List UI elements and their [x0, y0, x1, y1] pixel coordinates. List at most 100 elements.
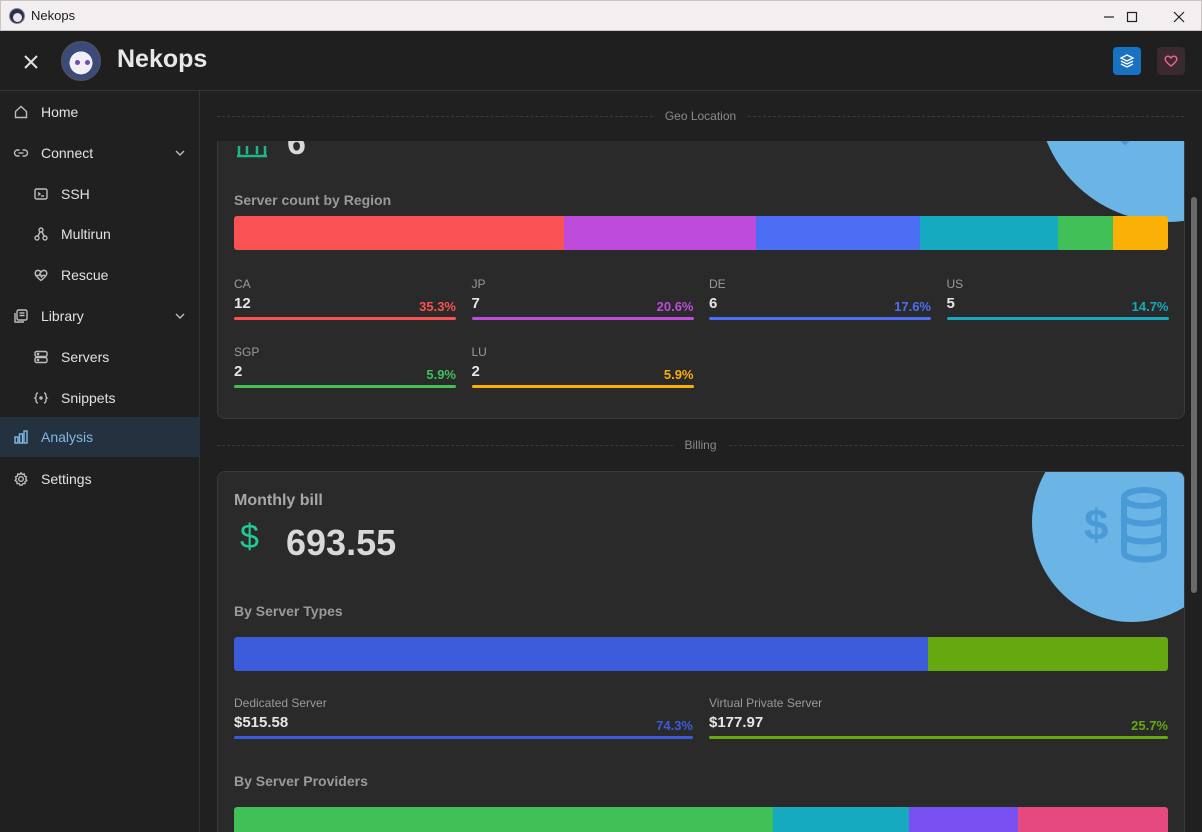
stat-percent: 5.9%: [663, 367, 694, 382]
region-segment: [756, 216, 921, 250]
stat-value: $515.58: [234, 714, 289, 731]
monthly-bill-amount: 693.55: [286, 522, 397, 563]
divider-label: Billing: [684, 438, 717, 452]
stat-value: 2: [234, 363, 243, 380]
server-icon: [33, 349, 49, 365]
stat-underline: [234, 385, 456, 388]
stat-percent: 14.7%: [1131, 299, 1169, 314]
stat-name: CA: [234, 277, 251, 291]
home-icon: [13, 104, 29, 120]
sidebar-item-library[interactable]: Library: [0, 296, 200, 336]
stat-percent: 25.7%: [1131, 718, 1168, 733]
link-icon: [13, 145, 29, 161]
chart-bar-icon: [13, 429, 29, 445]
sidebar-item-label: Snippets: [61, 390, 116, 406]
sidebar: Home Connect SSH Multirun Rescue Library…: [0, 91, 200, 832]
stat-name: DE: [709, 277, 726, 291]
code-variable-icon: [33, 390, 49, 406]
close-icon: [24, 55, 38, 69]
server-type-segment: [927, 637, 1168, 671]
window-title: Nekops: [31, 8, 76, 23]
stat-item: SGP 2 5.9%: [234, 345, 456, 391]
sidebar-item-label: Library: [41, 308, 84, 324]
window-close-button[interactable]: [1156, 1, 1202, 32]
provider-segment: [234, 807, 773, 832]
app-header: Nekops: [0, 31, 1202, 91]
stat-name: US: [946, 277, 964, 291]
sidebar-item-label: Multirun: [61, 226, 111, 242]
sidebar-item-label: Analysis: [41, 429, 94, 445]
window-titlebar: Nekops: [0, 0, 1202, 31]
stat-name: SGP: [234, 345, 260, 359]
stat-percent: 35.3%: [419, 299, 456, 314]
sidebar-item-rescue[interactable]: Rescue: [0, 255, 200, 295]
avatar: [61, 41, 101, 81]
close-navbar-button[interactable]: [18, 49, 44, 75]
region-segment: [920, 216, 1058, 250]
app-icon: [9, 7, 25, 24]
scrollbar-thumb[interactable]: [1191, 197, 1197, 593]
library-icon: [13, 308, 29, 324]
stat-value: 6: [709, 295, 718, 312]
stat-percent: 5.9%: [426, 367, 456, 382]
billing-decor-circle: $: [1032, 472, 1184, 622]
region-section-title: Server count by Region: [234, 192, 392, 208]
stat-value: $177.97: [709, 714, 764, 731]
stat-item: US 5 14.7%: [946, 277, 1169, 323]
sidebar-item-analysis[interactable]: Analysis: [0, 417, 200, 457]
terminal-icon: [33, 186, 49, 202]
region-segment: [563, 216, 757, 250]
sidebar-item-label: Rescue: [61, 267, 109, 283]
stat-underline: [234, 736, 693, 739]
stat-item: Virtual Private Server $177.97 25.7%: [709, 696, 1168, 742]
sidebar-item-servers[interactable]: Servers: [0, 337, 200, 377]
sidebar-item-home[interactable]: Home: [0, 92, 200, 132]
server-types-title: By Server Types: [234, 603, 343, 619]
window-close-icon: [1173, 11, 1185, 22]
sidebar-item-label: Connect: [41, 145, 94, 161]
sidebar-item-label: SSH: [61, 186, 90, 202]
stat-name: LU: [471, 345, 487, 359]
maximize-icon: [1126, 11, 1138, 22]
svg-text:$: $: [1084, 501, 1108, 550]
brand-title: Nekops: [117, 45, 208, 73]
server-types-stacked-bar: [234, 637, 1168, 671]
region-segment: [234, 216, 564, 250]
stat-underline: [709, 317, 931, 320]
layers-button[interactable]: [1113, 47, 1141, 75]
sidebar-item-connect[interactable]: Connect: [0, 133, 200, 173]
provider-segment: [772, 807, 910, 832]
sidebar-item-settings[interactable]: Settings: [0, 459, 200, 499]
stat-item: LU 2 5.9%: [471, 345, 694, 391]
stat-underline: [471, 317, 694, 320]
sidebar-item-label: Settings: [41, 471, 92, 487]
stat-underline: [471, 385, 694, 388]
stat-item: JP 7 20.6%: [471, 277, 694, 323]
billing-card-title: Monthly bill: [234, 492, 323, 509]
server-providers-stacked-bar: [234, 807, 1168, 832]
maximize-button[interactable]: [1109, 1, 1155, 32]
stat-underline: [234, 317, 456, 320]
sidebar-item-multirun[interactable]: Multirun: [0, 214, 200, 254]
main-content: 6 Server count by Region CA 12 35.3% JP 7 20.…: [201, 91, 1202, 832]
server-type-segment: [234, 637, 928, 671]
sidebar-item-snippets[interactable]: Snippets: [0, 378, 200, 418]
region-segment: [1112, 216, 1168, 250]
region-segment: [1057, 216, 1113, 250]
sidebar-item-label: Home: [41, 104, 79, 120]
sidebar-item-label: Servers: [61, 349, 110, 365]
favorite-button[interactable]: [1157, 47, 1185, 75]
stat-percent: 17.6%: [894, 299, 931, 314]
gear-icon: [13, 471, 29, 487]
stat-percent: 74.3%: [656, 718, 693, 733]
stat-item: DE 6 17.6%: [709, 277, 931, 323]
geo-location-divider: Geo Location: [217, 108, 1185, 124]
chevron-down-icon: [175, 313, 185, 319]
divider-label: Geo Location: [664, 109, 737, 123]
stat-percent: 20.6%: [656, 299, 694, 314]
coins-icon: $: [1084, 487, 1167, 563]
server-providers-title: By Server Providers: [234, 773, 368, 789]
sidebar-item-ssh[interactable]: SSH: [0, 174, 200, 214]
currency-icon: $: [240, 518, 259, 556]
region-stacked-bar: [234, 216, 1168, 250]
